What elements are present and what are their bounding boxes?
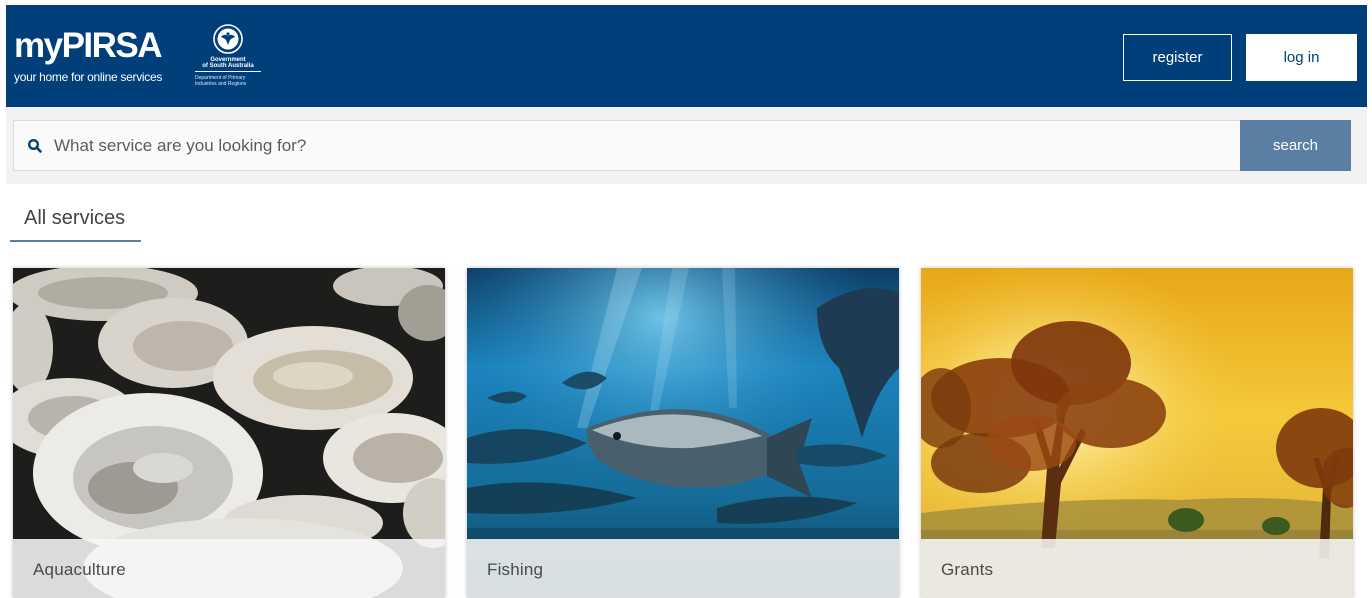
- card-title: Grants: [941, 560, 994, 579]
- service-card-fishing[interactable]: Fishing: [467, 268, 899, 598]
- service-card-aquaculture[interactable]: Aquaculture: [13, 268, 445, 598]
- search-button[interactable]: search: [1240, 120, 1351, 171]
- dept-line2: Industries and Regions: [195, 81, 247, 87]
- search-icon: [27, 138, 42, 153]
- all-services-heading: All services: [24, 207, 126, 229]
- section-heading-underline: [10, 240, 141, 242]
- mypirsa-logo[interactable]: myPIRSA your home for online services: [14, 26, 163, 85]
- brand-tagline: your home for online services: [14, 70, 163, 84]
- site-header: myPIRSA your home for online services Go…: [6, 5, 1367, 107]
- government-of-south-australia-logo: Government of South Australia Department…: [192, 23, 264, 95]
- search-box: [13, 120, 1241, 171]
- card-title: Fishing: [487, 560, 544, 579]
- gov-logo-divider: [195, 71, 261, 72]
- card-title: Aquaculture: [33, 560, 126, 579]
- login-button[interactable]: log in: [1246, 34, 1357, 81]
- search-input[interactable]: [54, 121, 1224, 170]
- service-card-grants[interactable]: Grants: [921, 268, 1353, 598]
- gov-name-line2: of South Australia: [202, 63, 254, 69]
- brand-title: myPIRSA: [14, 26, 163, 65]
- piping-shrike-crest-icon: [213, 24, 243, 54]
- register-button[interactable]: register: [1123, 34, 1232, 81]
